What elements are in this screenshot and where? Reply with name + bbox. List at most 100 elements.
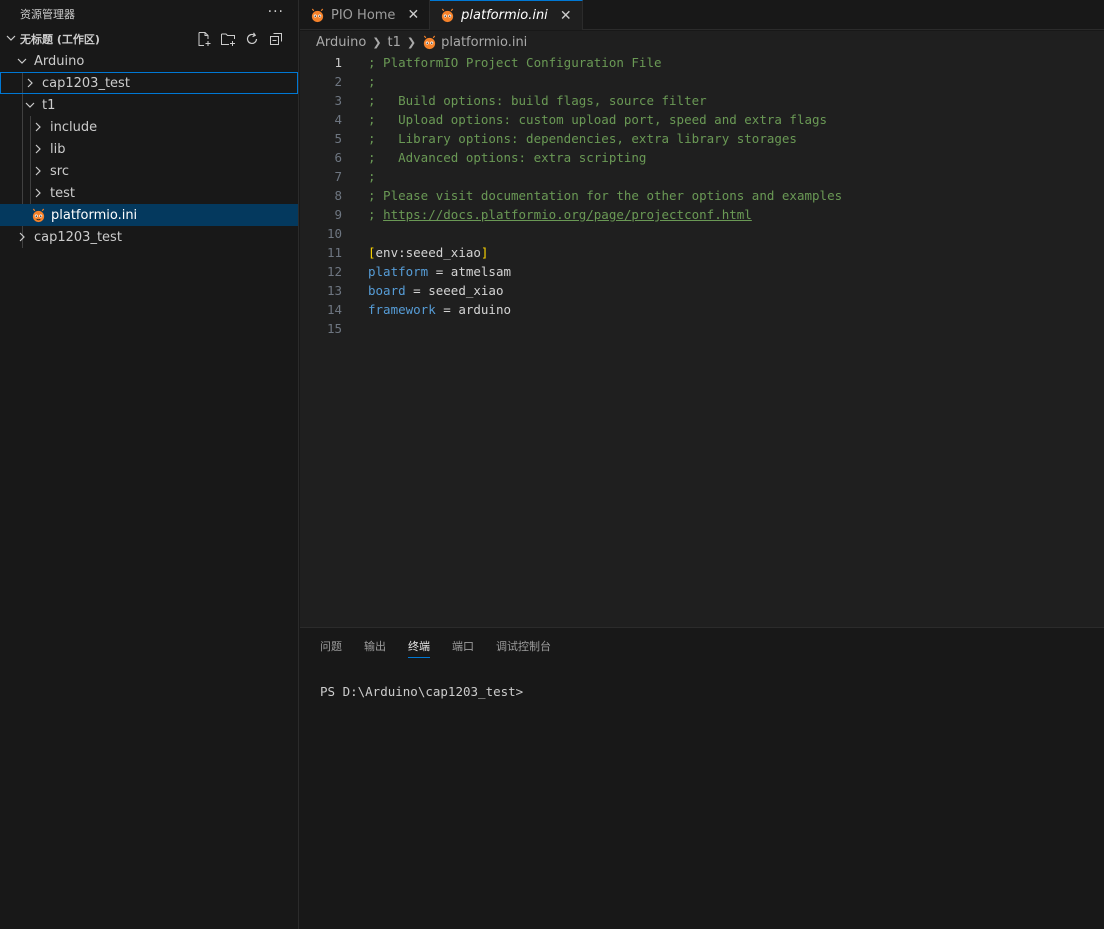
comment-prefix: ; [368,207,384,222]
code-line: 10 [300,224,1104,243]
tree-folder-src[interactable]: src [0,160,298,182]
config-key: board [368,283,406,298]
code-line: 8 ; Please visit documentation for the o… [300,186,1104,205]
editor-tabs: PIO Home ✕ platformio.ini ✕ [300,0,1104,30]
config-value: atmelsam [450,264,512,279]
new-file-icon[interactable] [196,31,212,47]
code-text: ; [368,74,376,89]
tree-folder-cap1203-test-root[interactable]: cap1203_test [0,226,298,248]
tree-item-label: Arduino [34,53,85,69]
config-value: seeed_xiao [428,283,504,298]
config-value: arduino [458,302,511,317]
chevron-right-icon: ❯ [372,35,382,49]
code-line: 6 ; Advanced options: extra scripting [300,148,1104,167]
tab-output[interactable]: 输出 [364,638,386,654]
line-number: 2 [334,74,342,89]
line-number: 14 [326,302,342,317]
doc-link[interactable]: https://docs.platformio.org/page/project… [383,207,752,222]
tree-folder-cap1203-test[interactable]: cap1203_test [0,72,298,94]
tab-terminal[interactable]: 终端 [408,638,430,658]
code-text: ; PlatformIO Project Configuration File [368,55,662,70]
panel-tabs: 问题 输出 终端 端口 调试控制台 [300,628,1104,664]
workspace-header[interactable]: 无标题 (工作区) [0,28,298,50]
breadcrumb-item[interactable]: platformio.ini [441,35,527,50]
chevron-right-icon [14,232,30,242]
code-text: platform = atmelsam [368,264,512,279]
tab-label: PIO Home [331,7,396,23]
line-number: 9 [334,207,342,222]
code-editor[interactable]: 1 ; PlatformIO Project Configuration Fil… [300,53,1104,627]
new-folder-icon[interactable] [220,31,236,47]
tab-label: platformio.ini [461,8,548,23]
code-line: 12 platform = atmelsam [300,262,1104,281]
chevron-right-icon [30,122,46,132]
tree-item-label: include [50,119,98,135]
chevron-down-icon [14,56,30,66]
chevron-right-icon: ❯ [406,35,417,49]
more-actions-icon[interactable]: ··· [268,4,284,20]
refresh-icon[interactable] [244,31,260,47]
code-line: 5 ; Library options: dependencies, extra… [300,129,1104,148]
tree-item-label: test [50,185,75,201]
explorer-sidebar: 资源管理器 ··· 无标题 (工作区) Arduino cap1203_test… [0,0,299,929]
tree-file-platformio-ini[interactable]: platformio.ini [0,204,298,226]
line-number: 5 [334,131,342,146]
tree-folder-arduino[interactable]: Arduino [0,50,298,72]
line-number: 7 [334,169,342,184]
code-line: 11 [env:seeed_xiao] [300,243,1104,262]
tree-item-label: cap1203_test [42,75,130,91]
line-number: 4 [334,112,342,127]
chevron-down-icon [6,33,20,46]
code-text: ; Advanced options: extra scripting [368,150,647,165]
workspace-actions [196,31,284,47]
tree-item-label: cap1203_test [34,229,122,245]
tree-folder-include[interactable]: include [0,116,298,138]
tab-debug-console[interactable]: 调试控制台 [496,638,551,654]
platformio-alien-icon [31,208,46,223]
line-number: 6 [334,150,342,165]
tree-item-label: lib [50,141,66,157]
section-name: env:seeed_xiao [375,245,481,260]
code-text: framework = arduino [368,302,511,317]
line-number: 15 [326,321,342,336]
code-text: ; Upload options: custom upload port, sp… [368,112,828,127]
breadcrumb: Arduino ❯ t1 ❯ platformio.ini [300,31,1104,53]
platformio-alien-icon [440,8,455,23]
tab-problems[interactable]: 问题 [320,638,342,654]
line-number: 1 [334,55,342,70]
code-line: 14 framework = arduino [300,300,1104,319]
config-key: framework [368,302,436,317]
code-text: ; [368,169,376,184]
tree-folder-lib[interactable]: lib [0,138,298,160]
breadcrumb-item[interactable]: Arduino [316,35,366,50]
tab-ports[interactable]: 端口 [452,638,474,654]
code-line: 13 board = seeed_xiao [300,281,1104,300]
explorer-header: 资源管理器 ··· [0,0,298,28]
bottom-panel: 问题 输出 终端 端口 调试控制台 PS D:\Arduino\cap1203_… [300,627,1104,929]
line-number: 3 [334,93,342,108]
workspace-label: 无标题 (工作区) [20,33,100,46]
code-text: ; Library options: dependencies, extra l… [368,131,797,146]
chevron-down-icon [22,100,38,110]
breadcrumb-item[interactable]: t1 [388,35,401,50]
chevron-right-icon [30,144,46,154]
line-number: 10 [326,226,342,241]
tree-folder-test[interactable]: test [0,182,298,204]
code-line: 3 ; Build options: build flags, source f… [300,91,1104,110]
terminal-prompt[interactable]: PS D:\Arduino\cap1203_test> [320,684,523,699]
code-text: ; https://docs.platformio.org/page/proje… [368,205,752,224]
platformio-alien-icon [310,8,325,23]
platformio-alien-icon [422,35,437,50]
code-text: board = seeed_xiao [368,283,504,298]
tab-pio-home[interactable]: PIO Home ✕ [300,0,431,30]
close-icon[interactable]: ✕ [560,8,572,24]
collapse-all-icon[interactable] [268,31,284,47]
code-text: ; Build options: build flags, source fil… [368,93,707,108]
code-line: 2 ; [300,72,1104,91]
tree-item-label: src [50,163,69,179]
close-icon[interactable]: ✕ [407,7,419,23]
chevron-right-icon [30,166,46,176]
bracket-close: ] [480,245,489,260]
tree-folder-t1[interactable]: t1 [0,94,298,116]
tab-platformio-ini[interactable]: platformio.ini ✕ [430,0,583,30]
